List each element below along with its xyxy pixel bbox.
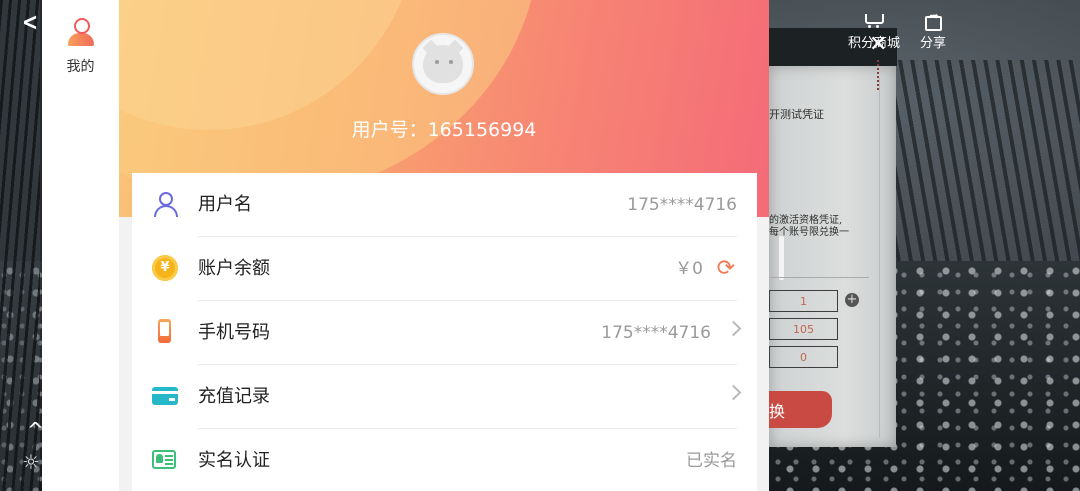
close-icon[interactable]: ✕ <box>869 32 887 57</box>
back-chevron-icon[interactable]: < <box>22 8 38 36</box>
cart-icon <box>863 12 885 30</box>
list-item-username: 用户名 175****4716 <box>132 173 757 237</box>
quantity-field[interactable]: 1 <box>769 290 838 312</box>
share-icon <box>922 9 944 31</box>
redeem-panel-title: 开测试凭证 <box>769 108 824 121</box>
chevron-right-icon <box>725 384 742 401</box>
avatar[interactable] <box>412 33 474 95</box>
card-icon <box>152 383 178 409</box>
coin-icon: ¥ <box>152 255 178 281</box>
sidebar: 我的 <box>42 0 119 491</box>
scrollbar-thumb[interactable] <box>779 236 784 280</box>
account-info-list: 用户名 175****4716 ¥ 账户余额 ￥0 ⟳ 手机号码 175****… <box>132 173 757 491</box>
user-center-panel: 用户号：165156994 用户名 175****4716 ¥ 账户余额 ￥0 … <box>119 0 769 491</box>
chevron-right-icon <box>725 320 742 337</box>
phone-value: 175****4716 <box>601 323 711 343</box>
redeem-panel: 开测试凭证 的激活资格凭证, 每个账号限兑换一 1 105 0 + 换 <box>769 66 896 447</box>
id-card-icon <box>152 447 178 473</box>
redeem-panel-inner: 开测试凭证 的激活资格凭证, 每个账号限兑换一 1 105 0 + 换 <box>769 78 880 438</box>
hanging-ornament <box>877 60 887 90</box>
refresh-icon[interactable]: ⟳ <box>717 256 735 282</box>
row-label: 账户余额 <box>198 258 270 279</box>
sidebar-item-me[interactable]: 我的 <box>42 16 119 76</box>
username-value: 175****4716 <box>627 195 737 215</box>
list-item-phone[interactable]: 手机号码 175****4716 <box>132 301 757 365</box>
balance-value: ￥0 <box>675 259 703 279</box>
user-id: 用户号：165156994 <box>351 119 537 141</box>
user-icon <box>152 191 178 217</box>
game-top-actions: 积分商城 分享 <box>848 9 946 51</box>
share-label: 分享 <box>919 36 946 51</box>
user-profile-icon <box>66 16 96 48</box>
cost-field: 105 <box>769 318 838 340</box>
phone-icon <box>152 319 178 345</box>
sidebar-item-label: 我的 <box>66 59 95 75</box>
list-item-recharge-history[interactable]: 充值记录 <box>132 365 757 429</box>
row-label: 实名认证 <box>198 450 270 471</box>
plus-icon[interactable]: + <box>845 293 859 307</box>
brightness-icon[interactable]: ☼ <box>22 450 40 474</box>
row-label: 手机号码 <box>198 322 270 343</box>
list-item-real-name[interactable]: 实名认证 已实名 <box>132 429 757 491</box>
remaining-field: 0 <box>769 346 838 368</box>
cat-avatar-icon <box>423 45 463 83</box>
verification-status: 已实名 <box>686 451 737 471</box>
list-item-balance: ¥ 账户余额 ￥0 ⟳ <box>132 237 757 301</box>
row-label: 用户名 <box>198 194 252 215</box>
share-button[interactable]: 分享 <box>919 9 946 51</box>
redeem-button[interactable]: 换 <box>769 391 832 428</box>
divider <box>769 277 869 278</box>
redeem-button-label: 换 <box>769 401 786 421</box>
row-label: 充值记录 <box>198 386 270 407</box>
